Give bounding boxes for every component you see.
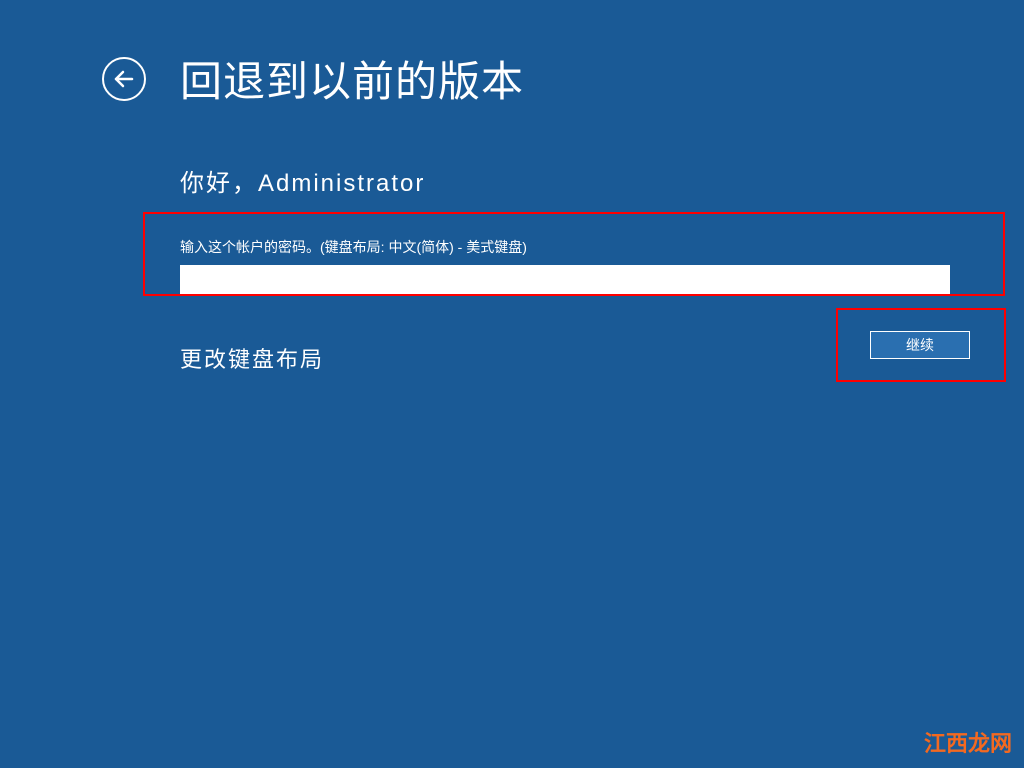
greeting-text: 你好，Administrator <box>180 163 954 198</box>
back-icon[interactable] <box>102 57 146 101</box>
bottom-row: 更改键盘布局 <box>180 342 950 374</box>
password-label: 输入这个帐户的密码。(键盘布局: 中文(简体) - 美式键盘) <box>180 237 954 257</box>
password-input[interactable] <box>180 265 950 295</box>
change-keyboard-layout-link[interactable]: 更改键盘布局 <box>180 342 324 374</box>
header-row: 回退到以前的版本 <box>0 0 1024 109</box>
continue-button[interactable]: 继续 <box>870 331 970 359</box>
password-section: 输入这个帐户的密码。(键盘布局: 中文(简体) - 美式键盘) <box>180 237 954 295</box>
watermark-text: 江西龙网 <box>924 726 1012 758</box>
page-title: 回退到以前的版本 <box>180 48 524 109</box>
